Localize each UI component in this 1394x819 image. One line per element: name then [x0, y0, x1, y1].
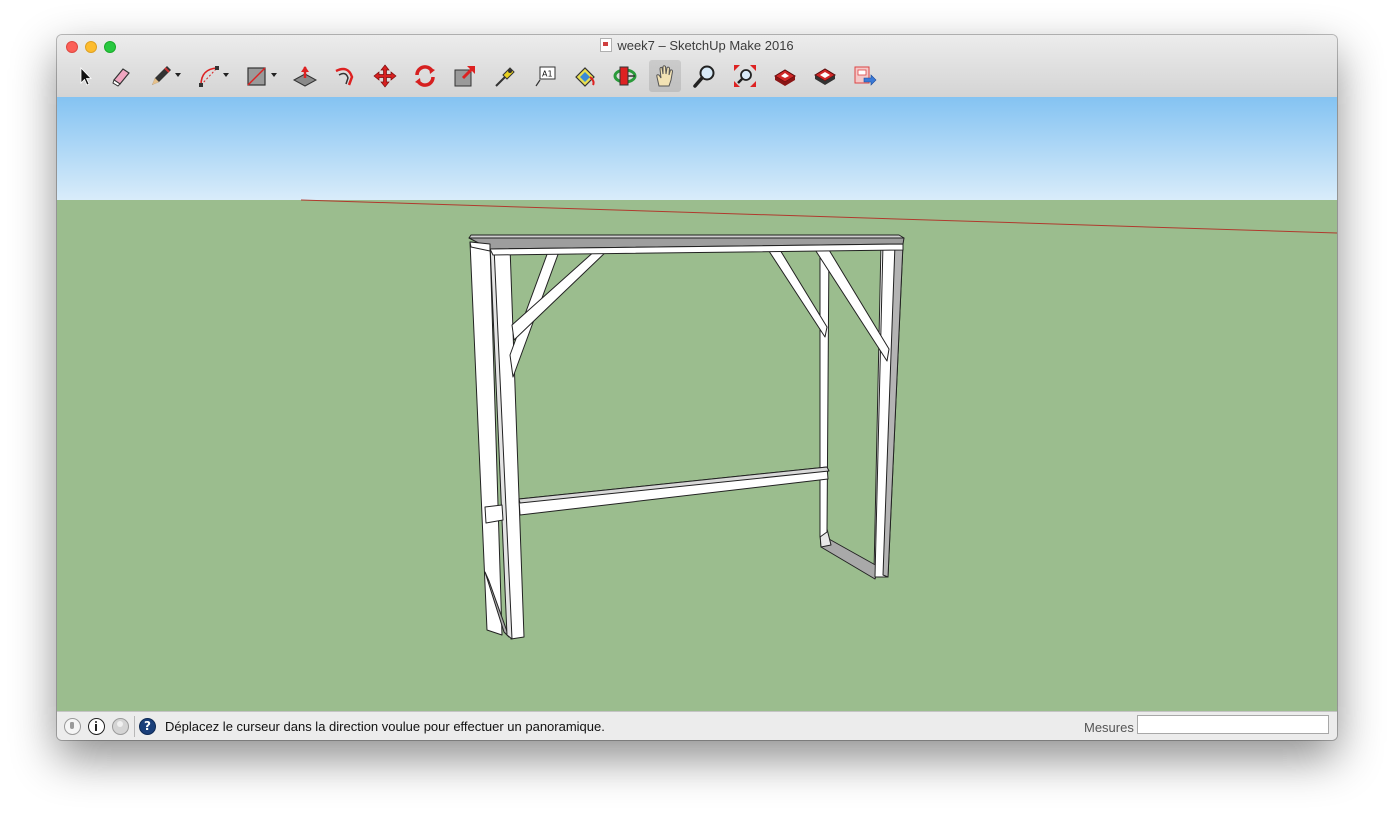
hand-icon	[656, 65, 674, 87]
chevron-down-icon[interactable]	[271, 73, 277, 77]
window-title-text: week7 – SketchUp Make 2016	[617, 38, 794, 53]
pan-tool-button[interactable]	[649, 60, 681, 92]
rectangle-tool-button[interactable]	[241, 60, 277, 92]
offset-tool-button[interactable]	[329, 60, 361, 92]
extension-warehouse-tool-button[interactable]	[809, 60, 841, 92]
chevron-down-icon[interactable]	[175, 73, 181, 77]
table-frame-model	[468, 234, 905, 640]
window-title: week7 – SketchUp Make 2016	[57, 38, 1337, 54]
line-tool-button[interactable]	[145, 60, 181, 92]
arrow-cursor-icon	[80, 67, 92, 86]
push-pull-icon	[292, 66, 318, 87]
frame-part	[819, 241, 830, 538]
frame-part	[518, 466, 830, 504]
frame-part	[511, 248, 610, 341]
rotate-tool-button[interactable]	[409, 60, 441, 92]
layout-icon	[854, 66, 877, 86]
pencil-icon	[152, 66, 171, 85]
move-arrows-icon	[373, 64, 397, 88]
offset-icon	[335, 67, 354, 86]
geolocation-icon[interactable]	[64, 718, 81, 735]
paint-bucket-icon	[575, 67, 595, 87]
scale-tool-button[interactable]	[449, 60, 481, 92]
frame-part	[764, 244, 828, 338]
user-account-icon[interactable]	[112, 718, 129, 735]
3d-warehouse-tool-button[interactable]	[769, 60, 801, 92]
zoom-tool-button[interactable]	[689, 60, 721, 92]
measurements-label: Mesures	[1084, 720, 1134, 735]
model-scene	[300, 199, 1337, 640]
move-tool-button[interactable]	[369, 60, 401, 92]
arc-tool-button[interactable]	[193, 60, 229, 92]
eraser-icon	[112, 68, 130, 87]
credits-info-icon[interactable]	[88, 718, 105, 735]
orbit-tool-button[interactable]	[609, 60, 641, 92]
zoom-extents-tool-button[interactable]	[729, 60, 761, 92]
title-bar: week7 – SketchUp Make 2016 A1	[57, 35, 1337, 98]
scale-icon	[454, 66, 475, 87]
rectangle-icon	[247, 67, 266, 86]
send-to-layout-tool-button[interactable]	[849, 60, 881, 92]
tape-measure-tool-button[interactable]	[489, 60, 521, 92]
status-divider	[134, 716, 135, 737]
arc-icon	[199, 66, 219, 87]
status-bar: ? Déplacez le curseur dans la direction …	[57, 711, 1337, 740]
select-tool-button[interactable]	[69, 60, 101, 92]
eraser-tool-button[interactable]	[105, 60, 137, 92]
measurements-input[interactable]	[1137, 715, 1329, 734]
warehouse-icon	[774, 69, 796, 86]
modeling-viewport[interactable]	[57, 97, 1337, 711]
status-message: Déplacez le curseur dans la direction vo…	[165, 719, 605, 734]
chevron-down-icon[interactable]	[223, 73, 229, 77]
sketchup-window: week7 – SketchUp Make 2016 A1 ? Déplacez…	[57, 35, 1337, 740]
tape-measure-icon	[495, 67, 515, 87]
push-pull-tool-button[interactable]	[289, 60, 321, 92]
red-axis	[300, 199, 1337, 234]
frame-part	[468, 234, 905, 239]
text-tool-button[interactable]: A1	[529, 60, 561, 92]
zoom-extents-icon	[734, 65, 756, 87]
text-label-icon: A1	[535, 66, 556, 87]
frame-part	[484, 504, 504, 524]
orbit-icon	[613, 66, 637, 86]
rotate-icon	[415, 65, 435, 87]
magnifier-icon	[693, 65, 715, 88]
svg-text:A1: A1	[542, 70, 553, 79]
paint-bucket-tool-button[interactable]	[569, 60, 601, 92]
extension-warehouse-icon	[814, 68, 836, 85]
help-icon[interactable]: ?	[139, 718, 156, 735]
document-icon	[600, 38, 613, 52]
